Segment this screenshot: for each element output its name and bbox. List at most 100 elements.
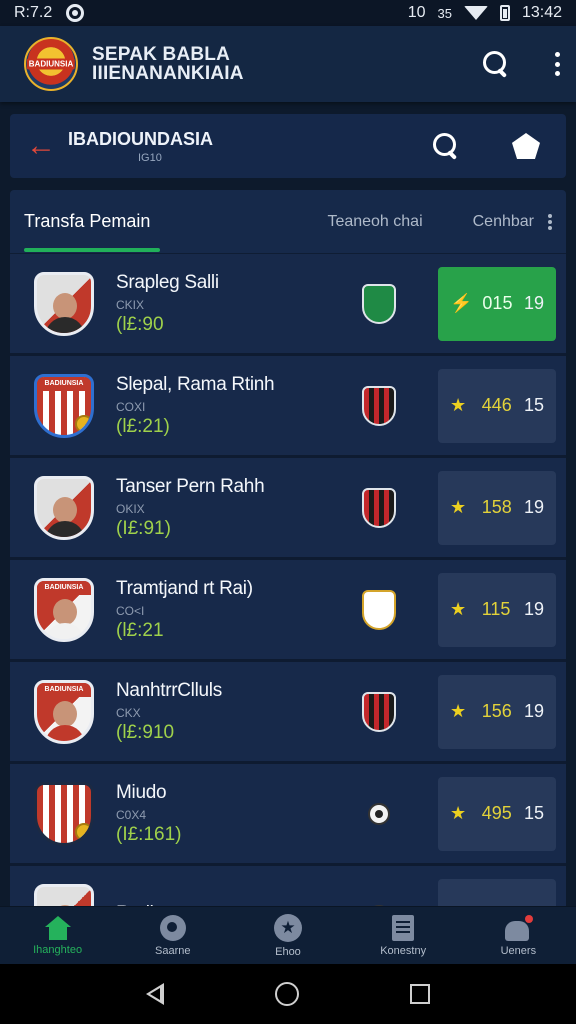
tab-bar: Transfa Pemain Teaneoh chai Cenhbar	[10, 190, 566, 254]
player-face	[53, 598, 77, 625]
score-small: 19	[523, 497, 544, 517]
score-box[interactable]: ★ 115 19	[438, 572, 556, 647]
score-value: 446	[481, 395, 512, 415]
score-small: 15	[523, 395, 544, 415]
nav-users[interactable]: Ueners	[468, 914, 568, 957]
app-title-line2: IIIENANANKIAIA	[92, 63, 244, 84]
player-crest	[34, 271, 94, 336]
back-arrow-icon[interactable]: ←	[26, 131, 58, 161]
back-icon[interactable]	[145, 983, 164, 1005]
player-code: CO<I	[116, 603, 145, 618]
app-logo-text: BADIUNSIA	[26, 58, 76, 70]
club-badge-icon	[362, 487, 396, 528]
score-value: 115	[481, 599, 511, 619]
tab-member-label: Cenhbar	[472, 212, 534, 230]
player-row[interactable]: BADIUNSIA NanhtrrClluls CKX (l£:910 ★ 15…	[10, 662, 566, 764]
star-icon: ★	[450, 599, 467, 619]
document-icon	[392, 914, 415, 941]
club-badge-icon	[362, 385, 396, 426]
club-badge-icon	[362, 283, 396, 324]
player-crest	[34, 475, 94, 540]
nav-documents[interactable]: Konestny	[353, 914, 453, 957]
battery-icon	[499, 5, 510, 21]
player-name: Miudo	[116, 781, 167, 803]
player-name: NanhtrrClluls	[116, 679, 222, 701]
medal-icon	[75, 414, 91, 433]
sub-header: ← IBADIOUNDASIA IG10	[10, 114, 566, 178]
player-row[interactable]: Miudo C0X4 (I£:161) ★ 495 15	[10, 764, 566, 866]
nav-search-label: Saarne	[155, 944, 191, 957]
sub-header-caption: IG10	[138, 151, 162, 164]
score-value: 015	[482, 293, 513, 313]
medal-icon	[75, 822, 91, 841]
more-options-icon[interactable]	[554, 52, 560, 76]
star-icon: ★	[450, 701, 467, 721]
player-value: (I£:161)	[116, 823, 182, 845]
star-icon: ★	[273, 913, 302, 942]
app-bar: BADIUNSIA SEPAK BABLA IIIENANANKIAIA	[0, 26, 576, 102]
score-value: 158	[481, 497, 512, 517]
player-face	[53, 700, 77, 727]
score-box[interactable]: ★ 446 15	[438, 368, 556, 443]
player-crest: BADIUNSIA	[34, 577, 94, 642]
score-box[interactable]: ★ 495 15	[438, 776, 556, 851]
status-bar: R:7.2 10 35 13:42	[0, 0, 576, 26]
player-list: Srapleg Salli CKIX (l£:90 ⚡ 015 19 BADIU…	[10, 254, 566, 920]
player-value: (I£:91)	[116, 517, 171, 539]
club-badge-icon	[362, 589, 396, 630]
recents-icon[interactable]	[410, 984, 431, 1004]
player-face	[53, 292, 77, 319]
player-row[interactable]: Srapleg Salli CKIX (l£:90 ⚡ 015 19	[10, 254, 566, 356]
home-circle-icon[interactable]	[274, 982, 299, 1006]
player-row[interactable]: BADIUNSIA Tramtjand rt Rai) CO<I (l£:21 …	[10, 560, 566, 662]
star-icon: ★	[450, 497, 467, 517]
nav-search[interactable]: Saarne	[123, 914, 223, 957]
star-icon: ★	[450, 803, 467, 823]
player-code: C0X4	[116, 807, 147, 822]
player-crest	[34, 781, 94, 846]
app-logo[interactable]: BADIUNSIA	[24, 37, 78, 91]
star-icon: ★	[450, 395, 467, 415]
player-row[interactable]: Tanser Pern Rahh OKIX (I£:91) ★ 158 19	[10, 458, 566, 560]
nav-home[interactable]: Ihanghteo	[8, 915, 108, 956]
nav-home-label: Ihanghteo	[33, 943, 83, 956]
system-navigation-bar	[0, 964, 576, 1024]
search-icon[interactable]	[482, 50, 510, 78]
player-value: (l£:90	[116, 313, 164, 335]
status-clock: 13:42	[521, 4, 562, 21]
player-row[interactable]: BADIUNSIA Slepal, Rama Rtinh COXI (l£:21…	[10, 356, 566, 458]
player-crest: BADIUNSIA	[34, 373, 94, 438]
tab-transfer[interactable]: Transfa Pemain	[24, 190, 161, 254]
flash-icon: ⚡	[450, 293, 473, 313]
player-name: Slepal, Rama Rtinh	[116, 373, 275, 395]
player-code: CKIX	[116, 297, 145, 312]
favorite-icon[interactable]	[512, 133, 540, 159]
score-small: 19	[523, 599, 544, 619]
tab-team[interactable]: Teaneoh chai	[327, 213, 422, 231]
player-code: OKIX	[116, 501, 145, 516]
crest-band: BADIUNSIA	[37, 682, 91, 697]
player-code: CKX	[116, 705, 141, 720]
player-face	[53, 496, 77, 523]
player-name: Tramtjand rt Rai)	[116, 577, 253, 599]
nav-star[interactable]: ★ Ehoo	[238, 913, 338, 958]
score-box[interactable]: ⚡ 015 19	[438, 266, 556, 341]
player-shirt	[45, 622, 85, 639]
player-crest: BADIUNSIA	[34, 679, 94, 744]
status-time-left: R:7.2	[14, 4, 53, 21]
nav-documents-label: Konestny	[380, 944, 427, 957]
club-badge-icon	[368, 802, 390, 825]
bottom-navigation: Ihanghteo Saarne ★ Ehoo Konestny Ueners	[0, 906, 576, 964]
notification-icon	[66, 4, 85, 22]
app-title: SEPAK BABLA IIIENANANKIAIA	[92, 45, 244, 83]
score-box[interactable]: ★ 156 19	[438, 674, 556, 749]
player-shirt	[45, 316, 85, 333]
player-code: COXI	[116, 399, 146, 414]
score-value: 495	[481, 803, 512, 823]
player-value: (l£:21	[116, 619, 164, 641]
sub-search-icon[interactable]	[432, 132, 460, 160]
tab-more-icon[interactable]	[548, 213, 552, 230]
tab-member[interactable]: Cenhbar	[473, 213, 534, 231]
score-box[interactable]: ★ 158 19	[438, 470, 556, 545]
status-signal: 10	[407, 4, 426, 21]
